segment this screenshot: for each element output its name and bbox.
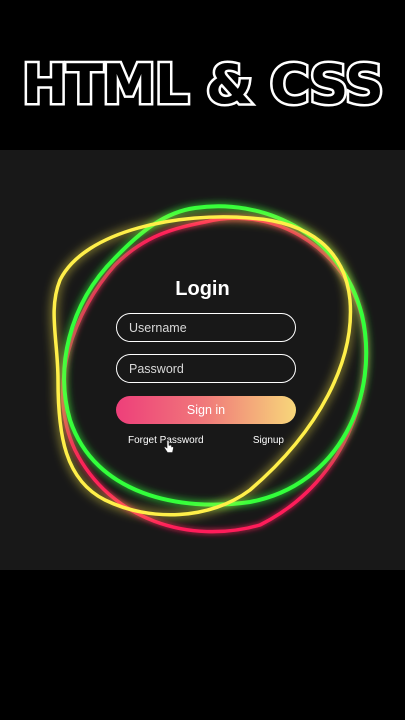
- login-stage: Login Sign in Forget Password Signup: [0, 150, 405, 570]
- auth-links: Forget Password Signup: [128, 435, 284, 446]
- login-form: Login Sign in Forget Password Signup: [0, 150, 405, 570]
- signup-link[interactable]: Signup: [253, 435, 284, 446]
- sign-in-button[interactable]: Sign in: [116, 396, 296, 424]
- hand-pointer-icon: [164, 440, 174, 453]
- login-title: Login: [175, 278, 230, 300]
- video-banner-title: HTML & CSS: [20, 51, 387, 119]
- username-input[interactable]: [116, 313, 296, 342]
- page: HTML & CSS Login Username Sign in Forget…: [0, 0, 405, 720]
- password-input[interactable]: [116, 354, 296, 383]
